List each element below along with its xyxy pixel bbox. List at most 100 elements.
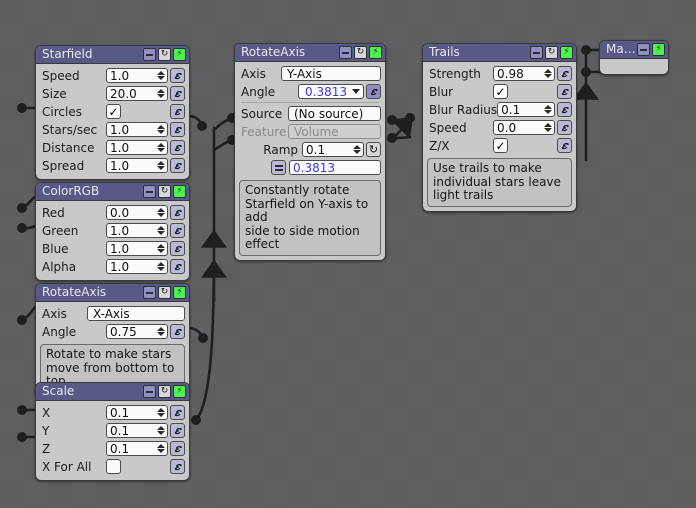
node-header-buttons[interactable]: ⚡: [637, 43, 665, 56]
chain-link-icon[interactable]: 𝜺: [557, 120, 572, 135]
row-alpha[interactable]: Alpha 1.0 𝜺: [40, 258, 185, 275]
lightning-bolt-icon[interactable]: ⚡: [173, 48, 186, 61]
angle-input[interactable]: 0.75: [106, 324, 168, 339]
node-starfield[interactable]: Starfield ↻ ⚡ Speed 1.0 𝜺 Size 20.0 𝜺 Ci: [35, 45, 190, 180]
chain-link-icon[interactable]: 𝜺: [170, 104, 185, 119]
spinner-icon[interactable]: [157, 159, 165, 172]
row-circles[interactable]: Circles ✓ 𝜺: [40, 103, 185, 120]
spread-input[interactable]: 1.0: [106, 158, 168, 173]
spinner-icon[interactable]: [157, 141, 165, 154]
row-x[interactable]: X 0.1 𝜺: [40, 404, 185, 421]
chain-link-icon[interactable]: 𝜺: [170, 405, 185, 420]
spinner-icon[interactable]: [157, 224, 165, 237]
chain-link-icon[interactable]: 𝜺: [170, 223, 185, 238]
node-header-buttons[interactable]: ↻ ⚡: [143, 48, 186, 61]
spinner-icon[interactable]: [157, 442, 165, 455]
row-distance[interactable]: Distance 1.0 𝜺: [40, 139, 185, 156]
strength-input[interactable]: 0.98: [493, 66, 555, 81]
row-angle[interactable]: Angle 0.75 𝜺: [40, 323, 185, 340]
refresh-icon[interactable]: ↻: [158, 48, 171, 61]
spinner-icon[interactable]: [157, 87, 165, 100]
chain-link-icon[interactable]: 𝜺: [366, 84, 381, 99]
x-for-all-checkbox[interactable]: [106, 459, 121, 474]
blur-radius-input[interactable]: 0.1: [497, 102, 555, 117]
spinner-icon[interactable]: [157, 69, 165, 82]
size-input[interactable]: 20.0: [106, 86, 168, 101]
refresh-icon[interactable]: ↻: [158, 185, 171, 198]
lightning-bolt-icon[interactable]: ⚡: [560, 46, 573, 59]
angle-input[interactable]: 0.3813: [298, 84, 364, 99]
chain-link-icon[interactable]: 𝜺: [170, 122, 185, 137]
row-red[interactable]: Red 0.0 𝜺: [40, 204, 185, 221]
row-ramp[interactable]: Ramp 0.1 ↻: [239, 141, 381, 158]
driver-value-field[interactable]: 0.3813: [289, 160, 381, 175]
row-y[interactable]: Y 0.1 𝜺: [40, 422, 185, 439]
stars-per-sec-input[interactable]: 1.0: [106, 122, 168, 137]
node-header-buttons[interactable]: ↻ ⚡: [143, 286, 186, 299]
row-speed[interactable]: Speed 1.0 𝜺: [40, 67, 185, 84]
row-feature[interactable]: Feature Volume: [239, 123, 381, 140]
row-zx[interactable]: Z/X ✓ 𝜺: [427, 137, 572, 154]
lightning-bolt-icon[interactable]: ⚡: [369, 46, 382, 59]
row-size[interactable]: Size 20.0 𝜺: [40, 85, 185, 102]
minimize-icon[interactable]: [530, 46, 543, 59]
row-x-for-all[interactable]: X For All 𝜺: [40, 458, 185, 475]
spinner-icon[interactable]: [157, 406, 165, 419]
chain-link-icon[interactable]: 𝜺: [170, 259, 185, 274]
node-header-buttons[interactable]: ↻ ⚡: [530, 46, 573, 59]
distance-input[interactable]: 1.0: [106, 140, 168, 155]
row-blur[interactable]: Blur ✓ 𝜺: [427, 83, 572, 100]
node-header[interactable]: Starfield ↻ ⚡: [36, 46, 189, 64]
chain-link-icon[interactable]: 𝜺: [170, 459, 185, 474]
node-trails[interactable]: Trails ↻ ⚡ Strength 0.98 𝜺 Blur ✓ 𝜺 Blur…: [422, 43, 577, 212]
chain-link-icon[interactable]: 𝜺: [557, 138, 572, 153]
row-stars-per-sec[interactable]: Stars/sec 1.0 𝜺: [40, 121, 185, 138]
minimize-icon[interactable]: [339, 46, 352, 59]
row-z[interactable]: Z 0.1 𝜺: [40, 440, 185, 457]
minimize-icon[interactable]: [637, 43, 650, 56]
circles-checkbox[interactable]: ✓: [106, 104, 121, 119]
chain-link-icon[interactable]: 𝜺: [170, 86, 185, 101]
node-header[interactable]: Scale ↻ ⚡: [36, 383, 189, 401]
minimize-icon[interactable]: [143, 286, 156, 299]
row-driver-expression[interactable]: 0.3813: [239, 159, 381, 176]
node-scale[interactable]: Scale ↻ ⚡ X 0.1 𝜺 Y 0.1 𝜺 Z 0.1 𝜺 X For …: [35, 382, 190, 481]
equals-menu-icon[interactable]: [271, 160, 286, 175]
node-header-buttons[interactable]: ↻ ⚡: [339, 46, 382, 59]
refresh-icon[interactable]: ↻: [158, 286, 171, 299]
spinner-icon[interactable]: [544, 121, 552, 134]
node-magic[interactable]: Magic ⚡: [599, 40, 669, 75]
node-header-buttons[interactable]: ↻ ⚡: [143, 385, 186, 398]
source-select[interactable]: (No source): [288, 106, 381, 121]
row-strength[interactable]: Strength 0.98 𝜺: [427, 65, 572, 82]
refresh-icon[interactable]: ↻: [545, 46, 558, 59]
ramp-input[interactable]: 0.1: [302, 142, 364, 157]
node-header[interactable]: RotateAxis ↻ ⚡: [235, 44, 385, 62]
node-rotateaxis-x[interactable]: RotateAxis ↻ ⚡ Axis X-Axis Angle 0.75 𝜺 …: [35, 283, 190, 398]
speed-input[interactable]: 0.0: [493, 120, 555, 135]
spinner-icon[interactable]: [157, 242, 165, 255]
row-axis[interactable]: Axis Y-Axis: [239, 65, 381, 82]
node-colorrgb[interactable]: ColorRGB ↻ ⚡ Red 0.0 𝜺 Green 1.0 𝜺 Blue: [35, 182, 190, 281]
node-header[interactable]: Magic ⚡: [600, 41, 668, 59]
chain-link-icon[interactable]: 𝜺: [170, 324, 185, 339]
spinner-icon[interactable]: [157, 260, 165, 273]
node-header[interactable]: ColorRGB ↻ ⚡: [36, 183, 189, 201]
blur-checkbox[interactable]: ✓: [493, 84, 508, 99]
minimize-icon[interactable]: [143, 385, 156, 398]
row-green[interactable]: Green 1.0 𝜺: [40, 222, 185, 239]
speed-input[interactable]: 1.0: [106, 68, 168, 83]
row-angle[interactable]: Angle 0.3813 𝜺: [239, 83, 381, 100]
lightning-bolt-icon[interactable]: ⚡: [652, 43, 665, 56]
chain-link-icon[interactable]: 𝜺: [557, 84, 572, 99]
z-input[interactable]: 0.1: [106, 441, 168, 456]
row-axis[interactable]: Axis X-Axis: [40, 305, 185, 322]
minimize-icon[interactable]: [143, 185, 156, 198]
refresh-icon[interactable]: ↻: [366, 142, 381, 157]
spinner-icon[interactable]: [157, 206, 165, 219]
node-header-buttons[interactable]: ↻ ⚡: [143, 185, 186, 198]
row-spread[interactable]: Spread 1.0 𝜺: [40, 157, 185, 174]
node-graph-canvas[interactable]: Starfield ↻ ⚡ Speed 1.0 𝜺 Size 20.0 𝜺 Ci: [0, 0, 696, 508]
row-blur-radius[interactable]: Blur Radius 0.1 𝜺: [427, 101, 572, 118]
chain-link-icon[interactable]: 𝜺: [170, 241, 185, 256]
